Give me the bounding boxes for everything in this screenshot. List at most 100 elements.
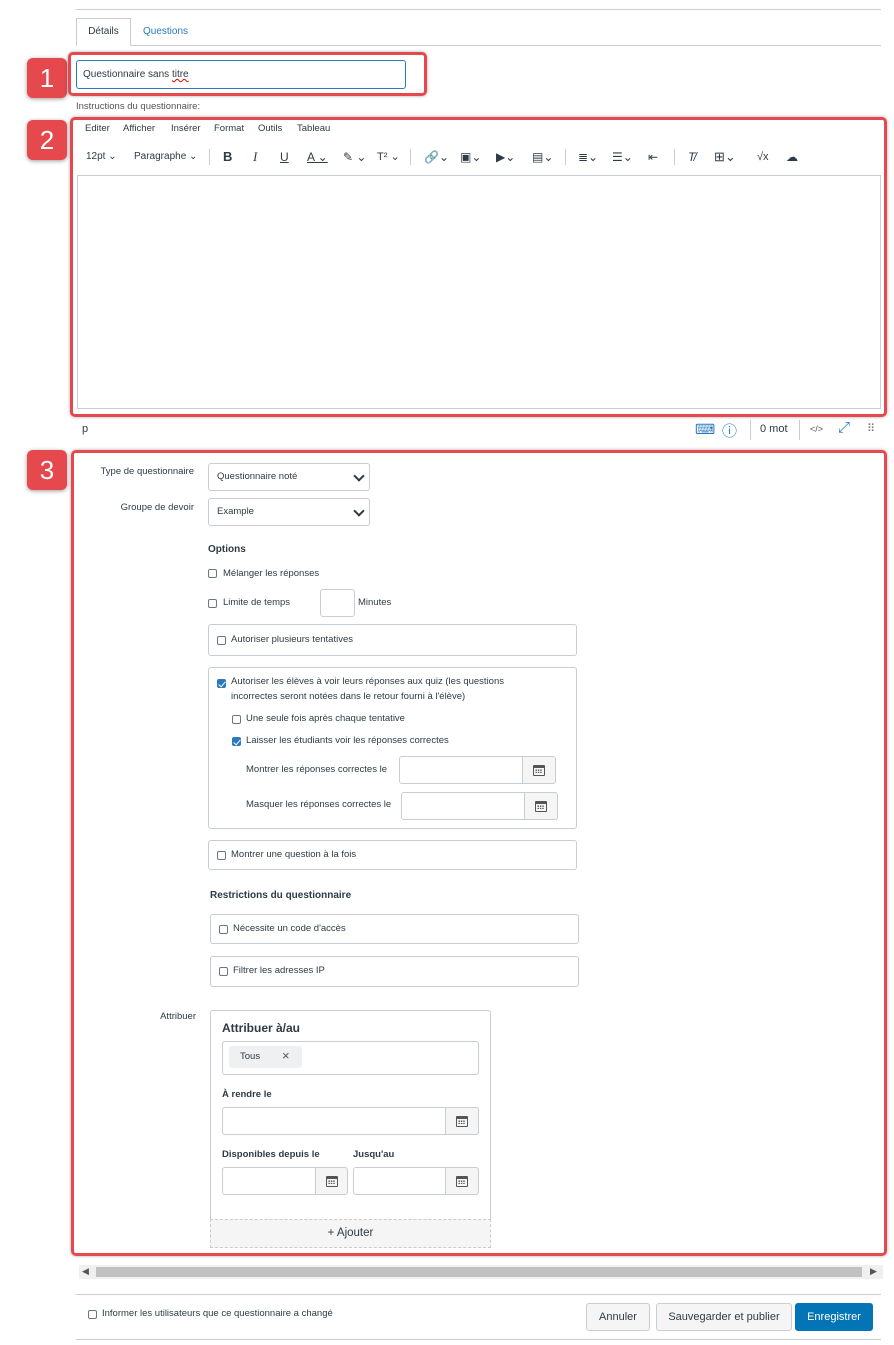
toolbar-divider — [565, 149, 566, 165]
accessibility-icon[interactable]: ⓘ — [722, 420, 737, 441]
link-icon[interactable]: 🔗⌄ — [424, 149, 449, 165]
scroll-right-icon[interactable]: ▶ — [870, 1266, 877, 1277]
notify-users-label: Informer les utilisateurs que ce questio… — [102, 1308, 333, 1319]
italic-icon[interactable]: I — [253, 149, 257, 165]
quiz-title-input[interactable]: Questionnaire sans titre — [76, 60, 406, 89]
status-divider — [750, 420, 751, 440]
due-date-button[interactable] — [445, 1107, 479, 1135]
available-from-button[interactable] — [315, 1167, 348, 1195]
hide-correct-date-label: Masquer les réponses correctes le — [246, 799, 392, 810]
rich-text-editor-area[interactable] — [77, 175, 881, 409]
menu-insert[interactable]: Insérer — [171, 123, 201, 134]
assignment-group-label: Groupe de devoir — [120, 502, 194, 513]
block-format-select[interactable]: Paragraphe ⌄ — [134, 149, 197, 165]
menu-view[interactable]: Afficher — [123, 123, 155, 134]
menu-format[interactable]: Format — [214, 123, 244, 134]
show-correct-label: Laisser les étudiants voir les réponses … — [246, 735, 449, 746]
show-correct-date-button[interactable] — [522, 756, 556, 784]
once-after-attempt-label: Une seule fois après chaque tentative — [246, 713, 405, 724]
bold-icon[interactable]: B — [223, 149, 232, 165]
show-correct-date-input[interactable] — [399, 756, 523, 784]
status-divider — [799, 420, 800, 440]
document-icon[interactable]: ▤⌄ — [532, 149, 553, 165]
tab-details[interactable]: Détails — [76, 18, 131, 46]
assignment-group-value: Example — [217, 506, 254, 517]
until-button[interactable] — [445, 1167, 479, 1195]
hide-correct-date-input[interactable] — [401, 792, 525, 820]
chevron-down-icon: ⌄ — [108, 151, 117, 162]
time-limit-label: Limite de temps — [223, 597, 291, 608]
menu-tools[interactable]: Outils — [258, 123, 282, 134]
access-code-label: Nécessite un code d'accès — [233, 923, 346, 934]
due-date-input[interactable] — [222, 1107, 446, 1135]
access-code-checkbox[interactable] — [219, 925, 228, 934]
title-text-b: titre — [171, 69, 189, 80]
superscript-icon[interactable]: T² ⌄ — [377, 149, 400, 165]
scrollbar-thumb[interactable] — [96, 1267, 862, 1277]
see-responses-checkbox[interactable] — [217, 679, 226, 688]
menu-edit[interactable]: Editer — [85, 123, 110, 134]
see-responses-label-line2: incorrectes seront notées dans le retour… — [231, 691, 466, 702]
calendar-icon — [456, 1176, 468, 1187]
cloud-upload-icon[interactable]: ☁ — [786, 149, 798, 165]
available-from-input[interactable] — [222, 1167, 316, 1195]
notify-users-checkbox[interactable] — [88, 1310, 97, 1319]
list-icon[interactable]: ☰⌄ — [612, 149, 633, 165]
align-icon[interactable]: ≣⌄ — [578, 149, 598, 165]
save-and-publish-button[interactable]: Sauvegarder et publier — [656, 1303, 792, 1331]
html-editor-toggle[interactable]: </> — [810, 424, 823, 434]
ip-filter-checkbox[interactable] — [219, 967, 228, 976]
calendar-icon — [533, 765, 545, 776]
options-heading: Options — [208, 544, 246, 555]
marker-3: 3 — [27, 450, 67, 490]
due-date-label: À rendre le — [222, 1089, 272, 1100]
multiple-attempts-label: Autoriser plusieurs tentatives — [231, 634, 353, 645]
save-button[interactable]: Enregistrer — [795, 1303, 873, 1331]
menu-table[interactable]: Tableau — [297, 123, 330, 134]
tab-questions[interactable]: Questions — [143, 18, 188, 46]
clear-format-icon[interactable]: T̸ — [688, 149, 695, 165]
marker-2: 2 — [27, 120, 67, 160]
indent-icon[interactable]: ⇤ — [648, 149, 658, 165]
media-icon[interactable]: ▶⌄ — [496, 149, 515, 165]
assignee-chip-label: Tous — [240, 1051, 261, 1062]
word-count: 0 mot — [760, 423, 788, 435]
shuffle-answers-label: Mélanger les réponses — [223, 568, 320, 579]
restrictions-heading: Restrictions du questionnaire — [210, 890, 352, 901]
shuffle-answers-checkbox[interactable] — [208, 569, 217, 578]
footer-divider-bottom — [76, 1339, 881, 1340]
assignment-group-select[interactable]: Example — [208, 498, 370, 526]
font-size-value: 12pt — [86, 151, 106, 162]
time-limit-checkbox[interactable] — [208, 599, 217, 608]
scroll-left-icon[interactable]: ◀ — [82, 1266, 89, 1277]
keyboard-icon[interactable]: ⌨ — [695, 421, 715, 438]
quiz-type-label: Type de questionnaire — [100, 466, 194, 477]
highlight-color-icon[interactable]: ✎ ⌄ — [343, 149, 366, 165]
one-question-checkbox[interactable] — [217, 851, 226, 860]
hide-correct-date-button[interactable] — [524, 792, 558, 820]
cancel-button[interactable]: Annuler — [586, 1303, 650, 1331]
text-color-icon[interactable]: A ⌄ — [307, 149, 328, 165]
assign-label: Attribuer — [160, 1011, 196, 1022]
fullscreen-icon[interactable]: ⤢ — [838, 419, 850, 436]
close-icon[interactable]: × — [282, 1048, 290, 1063]
add-assignment-button[interactable]: + Ajouter — [210, 1219, 491, 1248]
element-path: p — [82, 423, 89, 435]
block-format-value: Paragraphe — [134, 151, 187, 162]
time-limit-minutes-input[interactable] — [320, 589, 355, 617]
image-icon[interactable]: ▣⌄ — [460, 149, 481, 165]
until-input[interactable] — [353, 1167, 446, 1195]
table-icon[interactable]: ⊞⌄ — [714, 149, 736, 165]
until-label: Jusqu'au — [353, 1149, 395, 1160]
show-correct-checkbox[interactable] — [232, 737, 241, 746]
font-size-select[interactable]: 12pt ⌄ — [86, 149, 117, 165]
toolbar-divider — [410, 149, 411, 165]
assign-to-heading: Attribuer à/au — [222, 1021, 301, 1035]
minutes-label: Minutes — [358, 597, 392, 608]
resize-handle-icon[interactable]: ⠿ — [867, 422, 875, 435]
once-after-attempt-checkbox[interactable] — [232, 715, 241, 724]
quiz-type-select[interactable]: Questionnaire noté — [208, 463, 370, 491]
underline-icon[interactable]: U — [280, 149, 289, 165]
multiple-attempts-checkbox[interactable] — [217, 636, 226, 645]
math-equation-icon[interactable]: √x — [757, 149, 769, 165]
